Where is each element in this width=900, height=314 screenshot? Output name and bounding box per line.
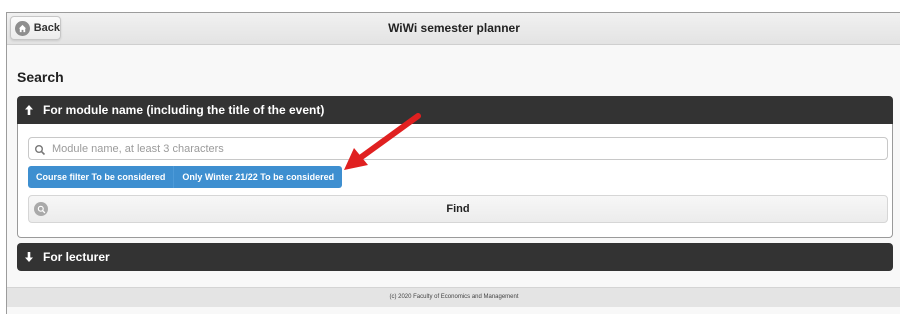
module-name-section-body: Course filter To be considered Only Wint… bbox=[17, 124, 893, 238]
page-title: WiWi semester planner bbox=[388, 21, 520, 35]
app-frame: WiWi semester planner Back Search For mo… bbox=[6, 12, 900, 314]
home-icon bbox=[15, 20, 30, 36]
filter-button-group: Course filter To be considered Only Wint… bbox=[28, 166, 343, 188]
lecturer-section-header[interactable]: For lecturer bbox=[17, 243, 893, 271]
find-button[interactable]: Find bbox=[28, 195, 888, 223]
search-icon bbox=[34, 143, 46, 155]
top-bar: WiWi semester planner Back bbox=[7, 13, 900, 45]
back-button[interactable]: Back bbox=[10, 16, 61, 40]
lecturer-section-label: For lecturer bbox=[43, 250, 110, 264]
course-filter-button[interactable]: Course filter To be considered bbox=[28, 166, 173, 188]
module-name-section-label: For module name (including the title of … bbox=[43, 103, 325, 117]
magnifier-icon bbox=[34, 202, 48, 216]
winter-semester-filter-button[interactable]: Only Winter 21/22 To be considered bbox=[173, 166, 342, 188]
arrow-down-icon bbox=[24, 251, 34, 263]
back-button-label: Back bbox=[33, 22, 60, 34]
module-search-field[interactable] bbox=[28, 137, 888, 160]
module-name-section-header[interactable]: For module name (including the title of … bbox=[17, 96, 893, 124]
find-button-label: Find bbox=[446, 203, 470, 215]
module-search-input[interactable] bbox=[50, 141, 874, 156]
footer: (c) 2020 Faculty of Economics and Manage… bbox=[7, 287, 900, 307]
search-heading: Search bbox=[17, 69, 64, 85]
arrow-up-icon bbox=[24, 104, 34, 116]
